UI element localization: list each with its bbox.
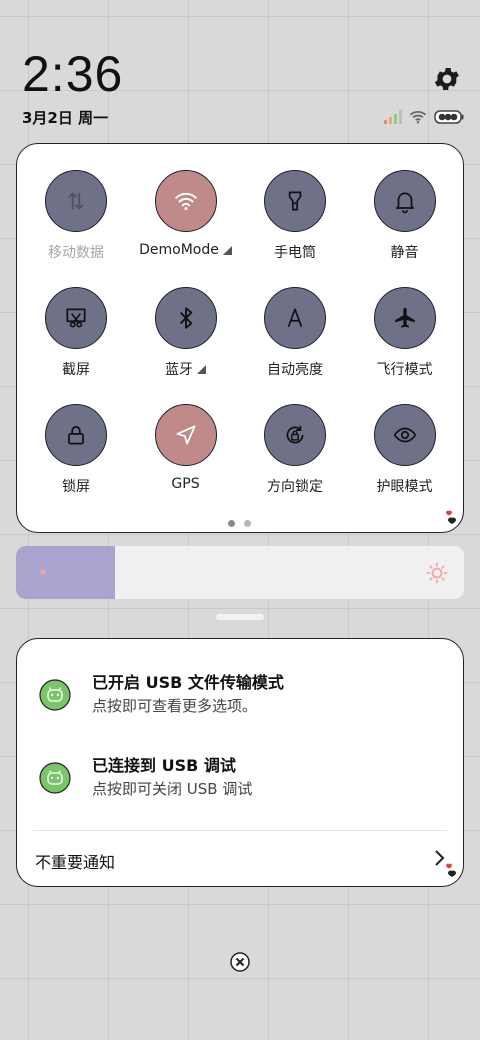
notification-item[interactable]: 已开启 USB 文件传输模式 点按即可查看更多选项。 [39,669,439,717]
notification-title: 已开启 USB 文件传输模式 [92,673,284,692]
tile-button[interactable] [264,170,326,232]
tile-button[interactable] [373,170,436,232]
tile-button[interactable] [373,404,436,466]
notification-panel: 已开启 USB 文件传输模式 点按即可查看更多选项。 已连接到 USB 调试 点… [16,638,464,887]
tile-mobile-data[interactable]: 移动数据 [21,170,131,270]
tile-label: DemoMode [139,242,232,258]
tile-label-text: 锁屏 [62,479,90,495]
lock-icon [68,426,84,445]
tile-airplane[interactable]: 飞行模式 [350,287,460,387]
tile-label-text: 飞行模式 [376,362,433,378]
tile-button[interactable] [264,287,326,349]
android-icon [39,679,71,711]
brightness-high-icon [426,562,448,584]
location-icon [175,425,196,445]
tile-label-text: 截屏 [62,362,90,378]
bluetooth-icon [179,307,192,329]
tile-location[interactable]: GPS [131,404,241,504]
tile-label: 截屏 [62,359,90,379]
page-dot-1[interactable] [228,520,235,527]
rotation-lock-icon [286,425,304,444]
clear-all-button[interactable] [230,952,250,972]
tile-screenshot[interactable]: 截屏 [21,287,131,387]
panel-drag-handle[interactable] [216,614,264,620]
tile-label: 护眼模式 [377,476,433,496]
battery-icon [434,110,464,124]
tile-auto-brightness[interactable]: 自动亮度 [240,287,350,387]
tile-label-text: 蓝牙 [165,362,193,378]
notification-title: 已连接到 USB 调试 [92,756,236,775]
tile-label-text: 护眼模式 [376,479,433,495]
tile-button[interactable] [373,287,436,349]
tile-label: 飞行模式 [377,359,433,379]
tile-button[interactable] [154,170,217,232]
screenshot-icon [66,308,86,328]
tile-button[interactable] [154,287,217,349]
expand-triangle-icon [222,245,232,255]
tile-flashlight[interactable]: 手电筒 [240,170,350,270]
date-label: 3月2日 周一 [22,109,109,127]
tile-label-text: 方向锁定 [267,479,323,495]
android-icon [39,762,71,794]
notification-item[interactable]: 已连接到 USB 调试 点按即可关闭 USB 调试 [39,752,439,800]
notification-subtitle: 点按即可关闭 USB 调试 [92,780,253,798]
page-dot-2[interactable] [244,520,251,527]
clock-time: 2:36 [22,46,124,102]
airplane-icon [394,307,415,328]
tile-label-text: 移动数据 [48,245,104,261]
tile-label-text: DemoMode [139,242,219,258]
tile-rotation-lock[interactable]: 方向锁定 [240,404,350,504]
tile-label: 静音 [391,242,419,262]
tile-label-text: 静音 [390,245,419,261]
signal-icon [384,110,402,124]
quick-settings-panel: 移动数据 DemoMode 手电筒 静音截屏 蓝牙 自动亮度 飞行模式锁屏 GPS 方向锁定 护眼… [16,143,464,533]
tile-label: 蓝牙 [165,359,206,379]
tile-bluetooth[interactable]: 蓝牙 [131,287,241,387]
tile-label: 手电筒 [274,242,316,262]
tile-label: GPS [171,476,199,492]
tile-wifi[interactable]: DemoMode [131,170,241,270]
bell-icon [395,192,414,214]
notification-subtitle: 点按即可查看更多选项。 [92,697,258,715]
tile-button[interactable] [154,404,217,466]
notification-divider [33,830,447,831]
tile-label-text: GPS [171,476,200,492]
expand-triangle-icon [197,364,206,374]
tile-label-text: 手电筒 [274,245,316,261]
tile-label-text: 自动亮度 [267,362,323,378]
tile-eye[interactable]: 护眼模式 [350,404,460,504]
tile-button[interactable] [45,170,107,232]
tile-button[interactable] [45,287,107,349]
tile-label: 自动亮度 [267,359,323,379]
gear-icon[interactable] [432,64,462,94]
tile-button[interactable] [264,404,326,466]
page-indicator [228,520,251,527]
flashlight-icon [288,191,302,211]
tile-bell[interactable]: 静音 [350,170,460,270]
brightness-slider-fill [16,546,115,599]
tile-button[interactable] [45,404,107,466]
auto-brightness-icon [287,308,303,327]
wifi-status-icon [409,110,427,124]
heart-decoration-icon [446,510,456,524]
mobile-data-icon [68,192,84,210]
wifi-icon [174,192,197,211]
tile-label: 锁屏 [62,476,90,496]
brightness-slider[interactable] [16,546,464,599]
eye-icon [393,427,416,443]
heart-decoration-icon [446,863,456,877]
tile-label: 方向锁定 [267,476,323,496]
brightness-low-icon [40,569,46,575]
tile-label: 移动数据 [48,242,104,262]
unimportant-notifications-link[interactable]: 不重要通知 [35,849,115,873]
tile-lock[interactable]: 锁屏 [21,404,131,504]
status-icons [384,108,464,126]
